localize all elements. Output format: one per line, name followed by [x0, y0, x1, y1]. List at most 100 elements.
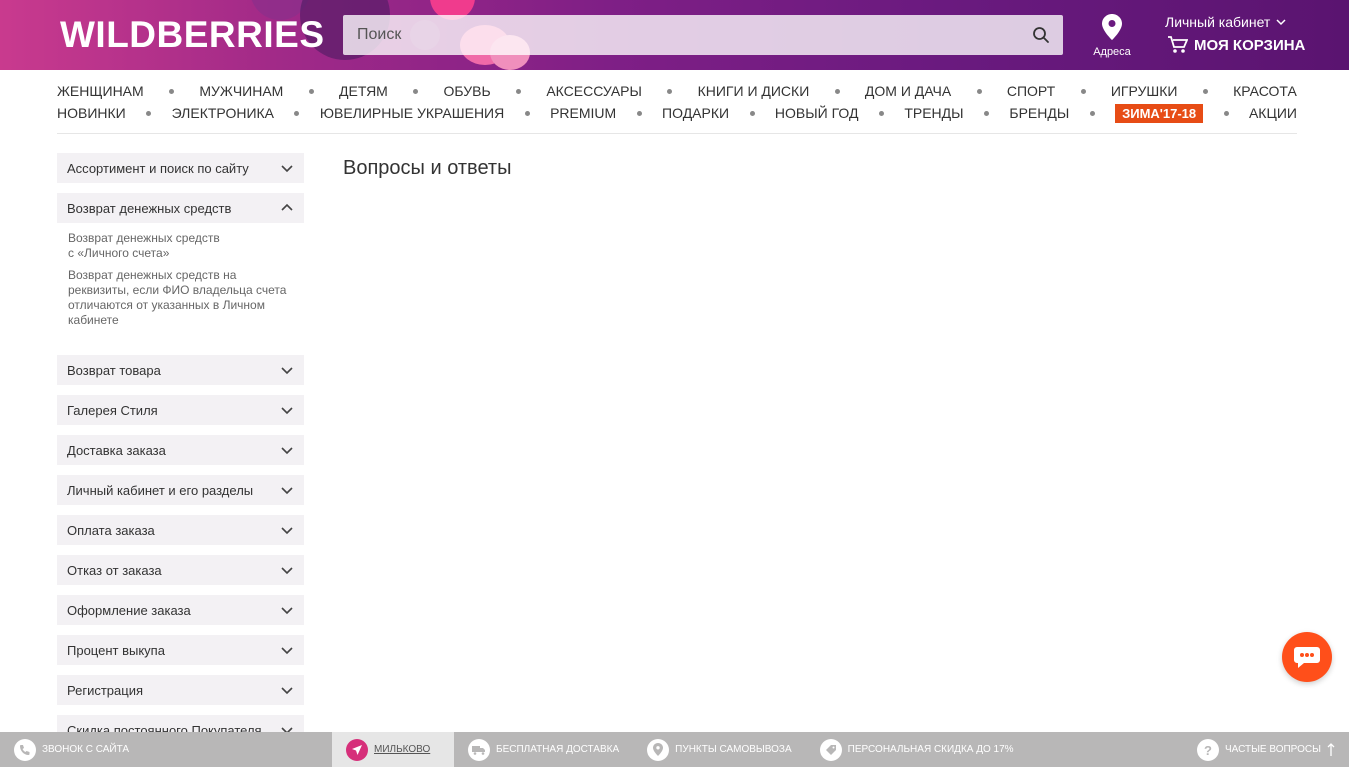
nav-item-premium[interactable]: PREMIUM: [550, 105, 616, 121]
faq-link[interactable]: ? Частые вопросы: [1183, 732, 1349, 767]
chevron-down-icon: [281, 367, 293, 375]
category-nav: ЖЕНЩИНАМ МУЖЧИНАМ ДЕТЯМ ОБУВЬ АКСЕССУАРЫ…: [57, 80, 1297, 124]
accordion-label: Личный кабинет и его разделы: [67, 482, 254, 498]
nav-item-new[interactable]: НОВИНКИ: [57, 105, 126, 121]
nav-divider: [57, 133, 1297, 134]
accordion-item-cabinet[interactable]: Личный кабинет и его разделы: [57, 475, 304, 505]
nav-item-beauty[interactable]: КРАСОТА: [1233, 83, 1297, 99]
nav-item-kids[interactable]: ДЕТЯМ: [339, 83, 388, 99]
accordion-label: Галерея Стиля: [67, 402, 158, 418]
nav-item-shoes[interactable]: ОБУВЬ: [444, 83, 491, 99]
addresses-label: Адреса: [1093, 46, 1131, 58]
chevron-down-icon: [281, 567, 293, 575]
search-button[interactable]: [1019, 15, 1063, 55]
accordion-label: Оформление заказа: [67, 602, 191, 618]
arrow-up-icon[interactable]: [1327, 742, 1335, 757]
call-label: Звонок с сайта: [42, 744, 130, 755]
pickup-points-link[interactable]: Пункты самовывоза: [633, 732, 805, 767]
nav-item-men[interactable]: МУЖЧИНАМ: [199, 83, 283, 99]
accordion-item-refund[interactable]: Возврат денежных средств: [57, 193, 304, 223]
bottom-bar: Звонок с сайта Мильково Бесплатная доста…: [0, 732, 1349, 767]
chevron-down-icon: [281, 407, 293, 415]
nav-item-jewelry[interactable]: ЮВЕЛИРНЫЕ УКРАШЕНИЯ: [320, 105, 504, 121]
nav-item-trends[interactable]: ТРЕНДЫ: [904, 105, 963, 121]
nav-item-home[interactable]: ДОМ И ДАЧА: [865, 83, 951, 99]
nav-item-new-year[interactable]: НОВЫЙ ГОД: [775, 105, 859, 121]
accordion-label: Оплата заказа: [67, 522, 155, 538]
accordion-item-order-cancel[interactable]: Отказ от заказа: [57, 555, 304, 585]
city-selector[interactable]: Мильково: [332, 732, 454, 767]
nav-separator: [294, 110, 300, 116]
search-input[interactable]: [343, 15, 1019, 55]
accordion-label: Отказ от заказа: [67, 562, 162, 578]
accordion-label: Процент выкупа: [67, 642, 165, 658]
accordion-sublink[interactable]: Возврат денежных средств на реквизиты, е…: [68, 268, 293, 328]
nav-separator: [413, 88, 419, 94]
chat-button[interactable]: [1282, 632, 1332, 682]
cart-label: МОЯ КОРЗИНА: [1194, 36, 1306, 54]
nav-item-electronics[interactable]: ЭЛЕКТРОНИКА: [172, 105, 274, 121]
chevron-down-icon: [281, 487, 293, 495]
nav-separator: [169, 88, 175, 94]
cart-icon: [1168, 36, 1188, 53]
svg-text:?: ?: [1204, 743, 1212, 757]
nav-item-women[interactable]: ЖЕНЩИНАМ: [57, 83, 144, 99]
accordion-label: Регистрация: [67, 682, 143, 698]
accordion-item-product-return[interactable]: Возврат товара: [57, 355, 304, 385]
nav-separator: [146, 110, 152, 116]
call-from-site-link[interactable]: Звонок с сайта: [0, 732, 332, 767]
nav-item-promotions[interactable]: АКЦИИ: [1249, 105, 1297, 121]
nav-separator: [1202, 88, 1208, 94]
nav-item-toys[interactable]: ИГРУШКИ: [1111, 83, 1178, 99]
accordion-item-style-gallery[interactable]: Галерея Стиля: [57, 395, 304, 425]
personal-discount-link[interactable]: Персональная скидка до 17%: [806, 732, 1028, 767]
location-arrow-icon: [346, 738, 368, 761]
tag-icon: [819, 738, 842, 761]
logo[interactable]: WILDBERRIES: [60, 14, 325, 56]
accordion-item-checkout[interactable]: Оформление заказа: [57, 595, 304, 625]
nav-item-gifts[interactable]: ПОДАРКИ: [662, 105, 729, 121]
nav-separator: [834, 88, 840, 94]
cabinet-label: Личный кабинет: [1165, 14, 1271, 30]
nav-separator: [1080, 88, 1086, 94]
pin-icon: [647, 738, 670, 761]
truck-icon: [468, 738, 490, 761]
nav-item-winter-badge[interactable]: ЗИМА'17-18: [1115, 103, 1204, 123]
nav-separator: [308, 88, 314, 94]
cabinet-link[interactable]: Личный кабинет: [1165, 14, 1286, 30]
cart-link[interactable]: МОЯ КОРЗИНА: [1168, 36, 1305, 54]
nav-item-sport[interactable]: СПОРТ: [1007, 83, 1055, 99]
accordion-item-payment[interactable]: Оплата заказа: [57, 515, 304, 545]
chevron-down-icon: [281, 527, 293, 535]
addresses-link[interactable]: Адреса: [1092, 14, 1132, 58]
nav-separator: [976, 88, 982, 94]
pickup-label: Пункты самовывоза: [675, 744, 792, 755]
nav-item-books[interactable]: КНИГИ И ДИСКИ: [698, 83, 810, 99]
accordion-item-buyout-rate[interactable]: Процент выкупа: [57, 635, 304, 665]
accordion-item-assortment[interactable]: Ассортимент и поиск по сайту: [57, 153, 304, 183]
page-title: Вопросы и ответы: [343, 157, 512, 179]
nav-separator: [524, 110, 530, 116]
accordion-body-refund: Возврат денежных средств с «Личного счет…: [57, 223, 304, 345]
accordion-item-registration[interactable]: Регистрация: [57, 675, 304, 705]
free-delivery-link[interactable]: Бесплатная доставка: [454, 732, 633, 767]
chevron-down-icon: [281, 447, 293, 455]
accordion-item-delivery[interactable]: Доставка заказа: [57, 435, 304, 465]
nav-row-2: НОВИНКИ ЭЛЕКТРОНИКА ЮВЕЛИРНЫЕ УКРАШЕНИЯ …: [57, 102, 1297, 124]
phone-icon: [14, 738, 36, 761]
chevron-down-icon: [281, 687, 293, 695]
accordion-sublink[interactable]: Возврат денежных средств с «Личного счет…: [68, 231, 293, 261]
delivery-label: Бесплатная доставка: [496, 744, 620, 755]
nav-separator: [983, 110, 989, 116]
nav-separator: [516, 88, 522, 94]
nav-item-accessories[interactable]: АКСЕССУАРЫ: [546, 83, 642, 99]
chevron-down-icon: [1276, 19, 1286, 26]
faq-label: Частые вопросы: [1224, 744, 1321, 755]
site-header: WILDBERRIES Адреса Личный кабинет МОЯ КО…: [0, 0, 1349, 70]
nav-separator: [636, 110, 642, 116]
nav-separator: [667, 88, 673, 94]
accordion-label: Возврат товара: [67, 362, 161, 378]
search-icon: [1033, 27, 1049, 43]
nav-item-brands[interactable]: БРЕНДЫ: [1009, 105, 1069, 121]
chevron-down-icon: [281, 607, 293, 615]
